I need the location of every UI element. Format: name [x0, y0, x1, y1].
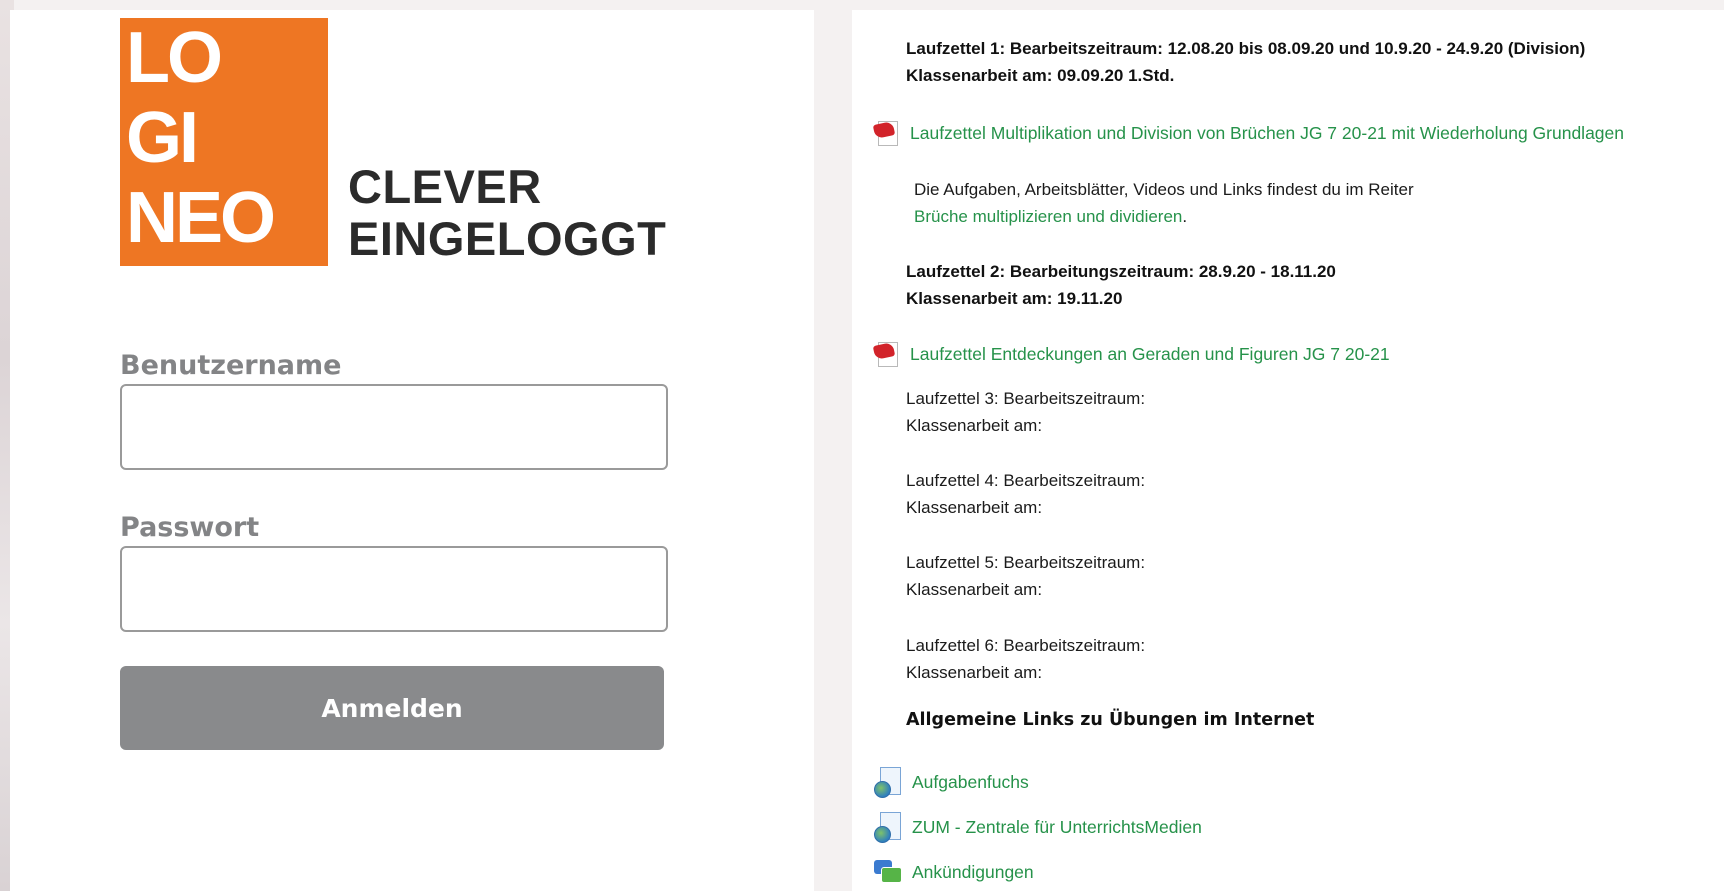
file-link-1-label[interactable]: Laufzettel Multiplikation und Division v… — [910, 123, 1624, 144]
sheet-2-title: Laufzettel 2: Bearbeitungszeitraum: 28.9… — [906, 262, 1336, 281]
logineo-logo: LO GI NEO — [120, 18, 328, 266]
sheet-6-exam: Klassenarbeit am: — [906, 663, 1043, 682]
web-link-icon — [874, 812, 902, 843]
sheet-6-title: Laufzettel 6: Bearbeitszeitraum: — [906, 636, 1146, 655]
logo-line-1: LO — [126, 18, 223, 98]
login-button[interactable]: Anmelden — [120, 666, 664, 750]
links-heading: Allgemeine Links zu Übungen im Internet — [906, 710, 1315, 730]
file-link-1[interactable]: Laufzettel Multiplikation und Division v… — [872, 118, 1624, 148]
sheet-2-block: Laufzettel 2: Bearbeitungszeitraum: 28.9… — [906, 258, 1336, 312]
web-link-aufgabenfuchs[interactable]: Aufgabenfuchs — [874, 767, 1029, 798]
sheet-3-block: Laufzettel 3: Bearbeitszeitraum: Klassen… — [906, 385, 1145, 439]
sheet-3-title: Laufzettel 3: Bearbeitszeitraum: — [906, 389, 1146, 408]
sheet-5-exam: Klassenarbeit am: — [906, 580, 1043, 599]
course-content-panel: Laufzettel 1: Bearbeitszeitraum: 12.08.2… — [852, 10, 1724, 891]
info-suffix: . — [1182, 207, 1188, 226]
file-link-2[interactable]: Laufzettel Entdeckungen an Geraden und F… — [872, 339, 1390, 369]
username-label: Benutzername — [120, 350, 342, 381]
pdf-icon — [872, 120, 900, 146]
sheet-5-block: Laufzettel 5: Bearbeitszeitraum: Klassen… — [906, 549, 1145, 603]
username-input[interactable] — [120, 384, 668, 470]
sheet-1-exam: Klassenarbeit am: 09.09.20 1.Std. — [906, 66, 1175, 85]
info-link[interactable]: Brüche multiplizieren und dividieren — [914, 207, 1182, 226]
tagline-line-1: CLEVER — [348, 160, 542, 213]
logo-line-3: NEO — [126, 178, 276, 258]
sheet-3-exam: Klassenarbeit am: — [906, 416, 1043, 435]
web-link-2-label[interactable]: ZUM - Zentrale für UnterrichtsMedien — [912, 817, 1202, 838]
sheet-5-title: Laufzettel 5: Bearbeitszeitraum: — [906, 553, 1146, 572]
login-panel: LO GI NEO CLEVER EINGELOGGT Benutzername… — [10, 10, 814, 891]
info-block: Die Aufgaben, Arbeitsblätter, Videos und… — [914, 176, 1414, 230]
forum-link-announcements[interactable]: Ankündigungen — [874, 857, 1034, 887]
password-label: Passwort — [120, 512, 260, 543]
forum-icon — [874, 858, 902, 886]
forum-link-label[interactable]: Ankündigungen — [912, 862, 1034, 883]
file-link-2-label[interactable]: Laufzettel Entdeckungen an Geraden und F… — [910, 344, 1390, 365]
tagline-line-2: EINGELOGGT — [348, 212, 667, 265]
pdf-icon — [872, 341, 900, 367]
web-link-zum[interactable]: ZUM - Zentrale für UnterrichtsMedien — [874, 812, 1202, 843]
info-text: Die Aufgaben, Arbeitsblätter, Videos und… — [914, 180, 1414, 199]
sheet-4-block: Laufzettel 4: Bearbeitszeitraum: Klassen… — [906, 467, 1145, 521]
web-link-1-label[interactable]: Aufgabenfuchs — [912, 772, 1029, 793]
web-link-icon — [874, 767, 902, 798]
sheet-4-title: Laufzettel 4: Bearbeitszeitraum: — [906, 471, 1146, 490]
sheet-4-exam: Klassenarbeit am: — [906, 498, 1043, 517]
password-input[interactable] — [120, 546, 668, 632]
sheet-1-block: Laufzettel 1: Bearbeitszeitraum: 12.08.2… — [906, 35, 1585, 89]
sheet-1-title: Laufzettel 1: Bearbeitszeitraum: 12.08.2… — [906, 39, 1586, 58]
logo-line-2: GI — [126, 98, 199, 178]
sheet-6-block: Laufzettel 6: Bearbeitszeitraum: Klassen… — [906, 632, 1145, 686]
sheet-2-exam: Klassenarbeit am: 19.11.20 — [906, 289, 1123, 308]
